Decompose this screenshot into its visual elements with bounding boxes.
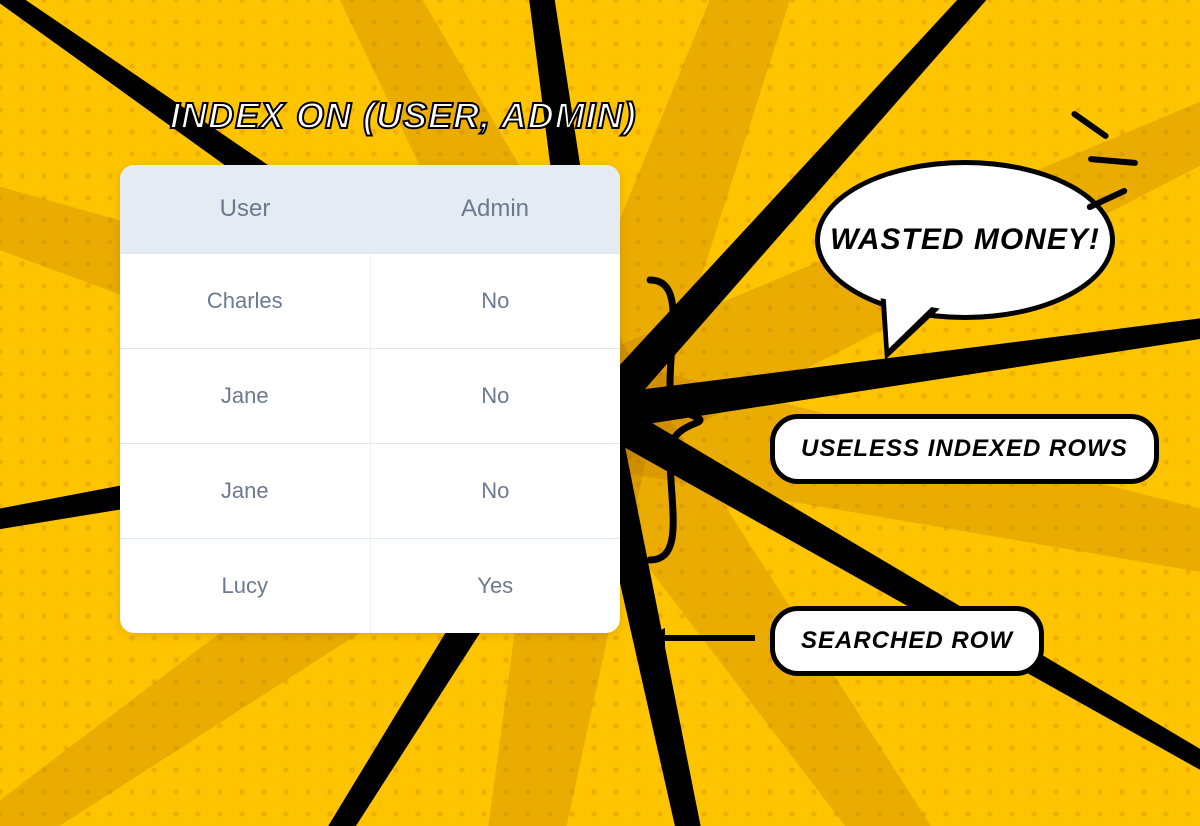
diagram-stage: INDEX ON (USER, ADMIN) User Admin Charle… <box>0 0 1200 826</box>
cell-user: Lucy <box>120 539 371 633</box>
cell-admin: No <box>371 444 621 538</box>
table-row: Lucy Yes <box>120 538 620 633</box>
table-row: Jane No <box>120 443 620 538</box>
cell-user: Jane <box>120 349 371 443</box>
label-useless-rows: USELESS INDEXED ROWS <box>770 414 1159 484</box>
table-header-row: User Admin <box>120 165 620 253</box>
speech-bubble: WASTED MONEY! <box>815 160 1115 320</box>
arrow-left-icon <box>645 626 755 650</box>
speech-bubble-text: WASTED MONEY! <box>830 223 1100 257</box>
label-searched-row: SEARCHED ROW <box>770 606 1044 676</box>
cell-user: Charles <box>120 254 371 348</box>
column-header-user: User <box>120 165 370 253</box>
table-row: Charles No <box>120 253 620 348</box>
cell-user: Jane <box>120 444 371 538</box>
diagram-title: INDEX ON (USER, ADMIN) <box>170 95 637 137</box>
table-row: Jane No <box>120 348 620 443</box>
cell-admin: No <box>371 254 621 348</box>
index-table: User Admin Charles No Jane No Jane No Lu… <box>120 165 620 633</box>
cell-admin: Yes <box>371 539 621 633</box>
column-header-admin: Admin <box>370 165 620 253</box>
cell-admin: No <box>371 349 621 443</box>
